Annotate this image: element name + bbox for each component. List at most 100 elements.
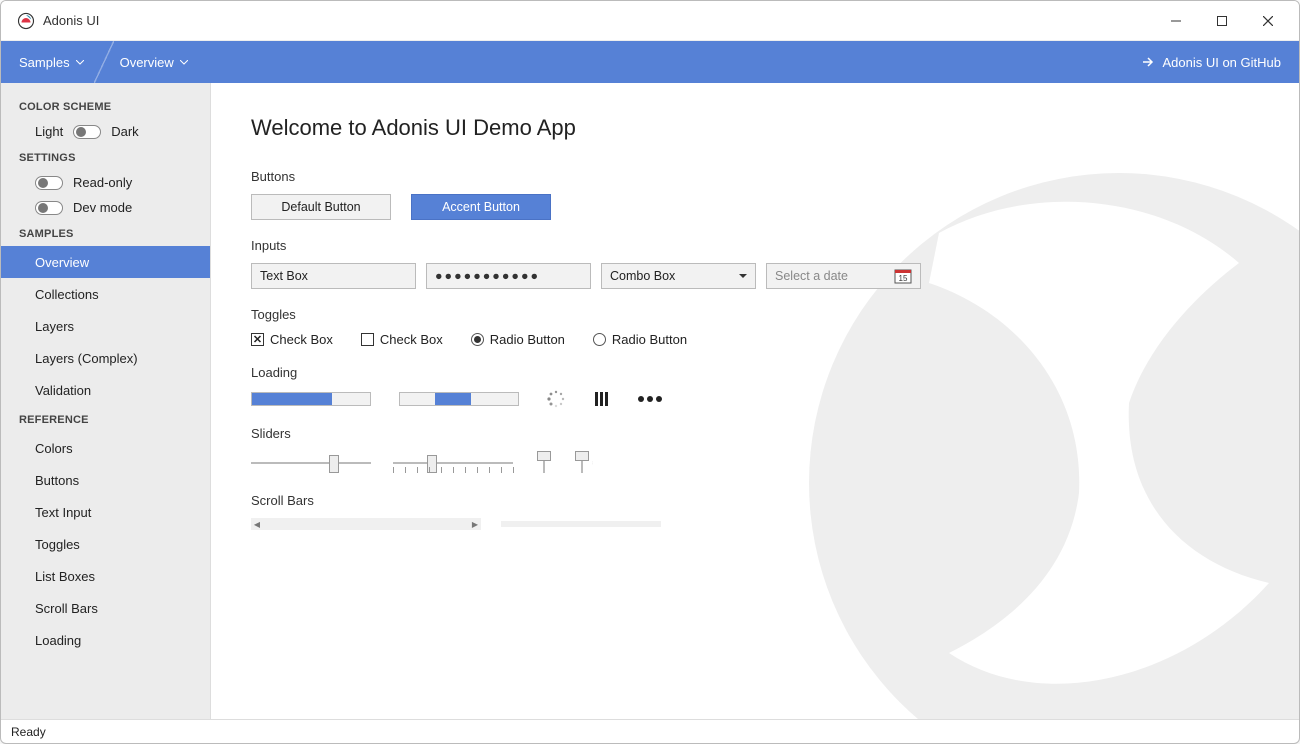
sidebar-item-label: Layers (Complex) [35,351,138,366]
input-value: Text Box [260,269,308,283]
sidebar-item-colors[interactable]: Colors [1,432,210,464]
sidebar-item-text-input[interactable]: Text Input [1,496,210,528]
radio-label: Radio Button [612,332,687,347]
sidebar-heading-reference: REFERENCE [1,406,210,432]
input-placeholder: Select a date [775,269,848,283]
statusbar: Ready [1,719,1299,743]
slider-vertical[interactable] [535,451,553,475]
label-readonly: Read-only [73,175,132,190]
sidebar-heading-samples: SAMPLES [1,220,210,246]
svg-text:15: 15 [899,274,908,283]
input-value: ●●●●●●●●●●● [435,269,540,283]
password-input[interactable]: ●●●●●●●●●●● [426,263,591,289]
combobox-input[interactable]: Combo Box [601,263,756,289]
sidebar-item-label: Validation [35,383,91,398]
label-devmode: Dev mode [73,200,132,215]
label-light: Light [35,124,63,139]
sidebar-item-loading[interactable]: Loading [1,624,210,656]
button-label: Accent Button [442,200,520,214]
sidebar-item-label: Colors [35,441,73,456]
sidebar-item-layers-complex[interactable]: Layers (Complex) [1,342,210,374]
slider-ticks-icon [592,451,593,475]
radio-selected[interactable]: Radio Button [471,332,565,347]
scrollbar-arrow-right-icon[interactable]: ▶ [469,518,481,530]
arrow-right-icon [1142,56,1154,68]
progressbar-indeterminate [399,392,519,406]
maximize-button[interactable] [1199,1,1245,41]
datepicker-input[interactable]: Select a date 15 [766,263,921,289]
status-text: Ready [11,725,46,739]
sidebar-item-buttons[interactable]: Buttons [1,464,210,496]
menubar: Samples Overview Adonis UI on GitHub [1,41,1299,83]
input-value: Combo Box [610,269,675,283]
menu-github-link[interactable]: Adonis UI on GitHub [1124,55,1299,70]
checkbox-unchecked[interactable]: Check Box [361,332,443,347]
window-title: Adonis UI [43,13,99,28]
sidebar-item-toggles[interactable]: Toggles [1,528,210,560]
menu-overview[interactable]: Overview [102,41,206,83]
slider-horizontal-ticks[interactable] [393,453,513,473]
sidebar-item-label: Text Input [35,505,91,520]
chevron-down-icon [739,274,747,279]
sidebar-item-layers[interactable]: Layers [1,310,210,342]
minimize-button[interactable] [1153,1,1199,41]
sidebar-item-validation[interactable]: Validation [1,374,210,406]
radio-unselected[interactable]: Radio Button [593,332,687,347]
sidebar-item-scroll-bars[interactable]: Scroll Bars [1,592,210,624]
chevron-down-icon [76,60,84,65]
checkbox-label: Check Box [380,332,443,347]
radio-icon [471,333,484,346]
menu-samples[interactable]: Samples [1,41,102,83]
sidebar: COLOR SCHEME Light Dark SETTINGS Read-on… [1,83,211,719]
theme-toggle[interactable] [73,125,101,139]
checkbox-checked[interactable]: ✕ Check Box [251,332,333,347]
sidebar-item-label: Overview [35,255,89,270]
section-toggles: Toggles [251,307,1259,322]
slider-vertical-ticks[interactable] [575,451,593,475]
devmode-toggle-row: Dev mode [1,195,210,220]
accent-button[interactable]: Accent Button [411,194,551,220]
scrollbar-classic[interactable]: ◀ ▶ [251,518,481,530]
checkbox-label: Check Box [270,332,333,347]
section-buttons: Buttons [251,169,1259,184]
readonly-toggle-row: Read-only [1,170,210,195]
color-scheme-toggle-row: Light Dark [1,119,210,144]
chevron-down-icon [180,60,188,65]
radio-icon [593,333,606,346]
sidebar-item-label: Buttons [35,473,79,488]
section-sliders: Sliders [251,426,1259,441]
default-button[interactable]: Default Button [251,194,391,220]
section-scrollbars: Scroll Bars [251,493,1259,508]
spinner-bars-icon [593,391,609,407]
scrollbar-thin[interactable] [501,521,661,527]
checkbox-icon [361,333,374,346]
spinner-circle-icon [547,390,565,408]
titlebar: Adonis UI [1,1,1299,41]
sidebar-heading-settings: SETTINGS [1,144,210,170]
calendar-icon: 15 [894,268,912,284]
sidebar-item-label: Collections [35,287,99,302]
sidebar-item-list-boxes[interactable]: List Boxes [1,560,210,592]
progressbar-determinate [251,392,371,406]
devmode-toggle[interactable] [35,201,63,215]
sidebar-item-label: Scroll Bars [35,601,98,616]
content: Welcome to Adonis UI Demo App Buttons De… [211,83,1299,719]
scrollbar-arrow-left-icon[interactable]: ◀ [251,518,263,530]
close-button[interactable] [1245,1,1291,41]
readonly-toggle[interactable] [35,176,63,190]
menu-label: Overview [120,55,174,70]
section-inputs: Inputs [251,238,1259,253]
sidebar-item-label: Toggles [35,537,80,552]
app-icon [17,12,35,30]
sidebar-heading-colorscheme: COLOR SCHEME [1,93,210,119]
checkbox-icon: ✕ [251,333,264,346]
sidebar-item-label: Loading [35,633,81,648]
spinner-dots-icon [637,394,663,404]
slider-horizontal[interactable] [251,453,371,473]
textbox-input[interactable]: Text Box [251,263,416,289]
menu-label: Adonis UI on GitHub [1162,55,1281,70]
sidebar-item-collections[interactable]: Collections [1,278,210,310]
section-loading: Loading [251,365,1259,380]
page-title: Welcome to Adonis UI Demo App [251,115,1259,141]
sidebar-item-overview[interactable]: Overview [1,246,210,278]
